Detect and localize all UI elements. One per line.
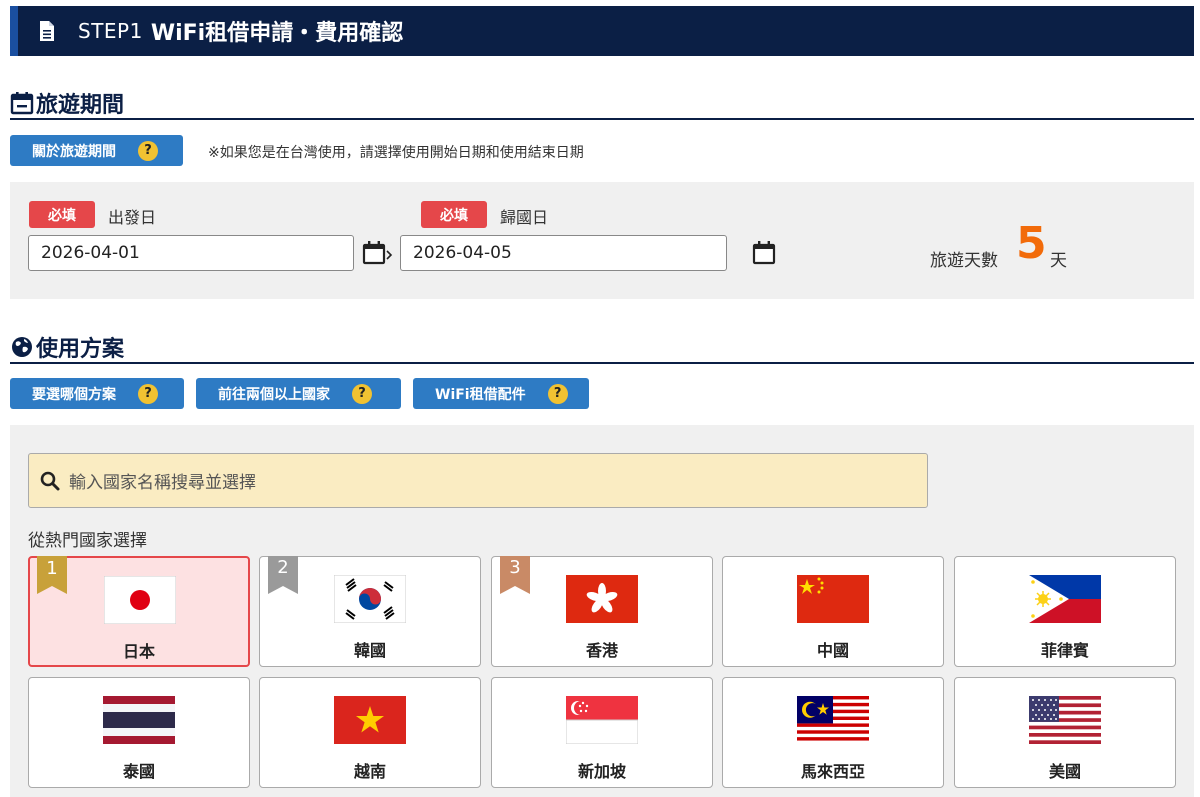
- country-card-japan[interactable]: 1 日本: [28, 556, 250, 667]
- which-plan-button[interactable]: 要選哪個方案 ?: [10, 378, 184, 409]
- china-flag-icon: [797, 575, 869, 623]
- travel-note: ※如果您是在台灣使用，請選擇使用開始日期和使用結束日期: [208, 145, 584, 161]
- thailand-flag-icon: [103, 696, 175, 744]
- country-card-hongkong[interactable]: 3 香港: [491, 556, 713, 667]
- about-travel-period-label: 關於旅遊期間: [32, 143, 116, 160]
- globe-icon: [12, 337, 32, 357]
- question-icon: ?: [352, 383, 372, 404]
- return-label: 歸國日: [500, 208, 549, 227]
- question-icon: ?: [138, 383, 158, 404]
- departure-date-input[interactable]: 2026-04-01: [28, 235, 354, 271]
- multi-country-button[interactable]: 前往兩個以上國家 ?: [196, 378, 401, 409]
- rank-number: 2: [277, 557, 289, 578]
- departure-label: 出發日: [108, 208, 157, 227]
- search-placeholder: 輸入國家名稱搜尋並選擇: [69, 473, 256, 493]
- question-icon: ?: [547, 383, 568, 404]
- country-card-vietnam[interactable]: 越南: [259, 677, 481, 788]
- country-card-thailand[interactable]: 泰國: [28, 677, 250, 788]
- required-badge: 必填: [421, 201, 487, 228]
- country-card-china[interactable]: 中國: [722, 556, 944, 667]
- singapore-flag-icon: [566, 696, 638, 744]
- page-title: WiFi租借申請・費用確認: [150, 21, 404, 46]
- page-header: STEP1 WiFi租借申請・費用確認: [10, 6, 1194, 56]
- travel-section-title: 旅遊期間: [10, 88, 1194, 120]
- country-name: 菲律賓: [1040, 641, 1089, 660]
- country-card-usa[interactable]: 美國: [954, 677, 1176, 788]
- country-card-singapore[interactable]: 新加坡: [491, 677, 713, 788]
- country-name: 泰國: [122, 762, 155, 781]
- country-name: 中國: [816, 641, 849, 660]
- wifi-accessories-label: WiFi租借配件: [435, 386, 526, 403]
- country-name: 韓國: [353, 641, 386, 660]
- wifi-accessories-button[interactable]: WiFi租借配件 ?: [413, 378, 589, 409]
- required-badge: 必填: [29, 201, 95, 228]
- country-name: 馬來西亞: [800, 762, 865, 781]
- country-card-malaysia[interactable]: 馬來西亞: [722, 677, 944, 788]
- step-label: STEP1: [78, 19, 143, 43]
- hongkong-flag-icon: [566, 575, 638, 623]
- calendar-arrow-icon[interactable]: [362, 240, 394, 266]
- country-name: 美國: [1048, 762, 1081, 781]
- about-travel-period-button[interactable]: 關於旅遊期間 ?: [10, 135, 183, 166]
- calendar-icon[interactable]: [752, 240, 778, 266]
- travel-title-text: 旅遊期間: [36, 93, 125, 118]
- country-card-philippines[interactable]: 菲律賓: [954, 556, 1176, 667]
- popular-countries-label: 從熱門國家選擇: [28, 531, 147, 551]
- rank-number: 3: [509, 557, 521, 578]
- rank-number: 1: [46, 558, 58, 579]
- country-name: 香港: [585, 641, 618, 660]
- plan-title-text: 使用方案: [36, 337, 125, 362]
- country-name: 日本: [122, 642, 155, 661]
- country-search-input[interactable]: 輸入國家名稱搜尋並選擇: [28, 453, 928, 508]
- philippines-flag-icon: [1029, 575, 1101, 623]
- search-icon: [40, 471, 60, 490]
- return-date-input[interactable]: 2026-04-05: [400, 235, 727, 271]
- japan-flag-icon: [104, 576, 176, 624]
- malaysia-flag-icon: [797, 696, 869, 744]
- korea-flag-icon: [334, 575, 406, 623]
- document-icon: [40, 21, 54, 41]
- country-name: 新加坡: [577, 762, 626, 781]
- calendar-icon: [10, 92, 34, 115]
- which-plan-label: 要選哪個方案: [32, 386, 116, 403]
- multi-country-label: 前往兩個以上國家: [218, 386, 330, 403]
- vietnam-flag-icon: [334, 696, 406, 744]
- country-name: 越南: [353, 762, 386, 781]
- travel-days-value: 5: [1016, 218, 1047, 269]
- usa-flag-icon: [1029, 696, 1101, 744]
- travel-days-label: 旅遊天數: [930, 251, 998, 271]
- travel-days-unit: 天: [1050, 251, 1067, 271]
- question-icon: ?: [138, 140, 158, 161]
- country-card-korea[interactable]: 2 韓國: [259, 556, 481, 667]
- plan-section-title: 使用方案: [10, 332, 1194, 364]
